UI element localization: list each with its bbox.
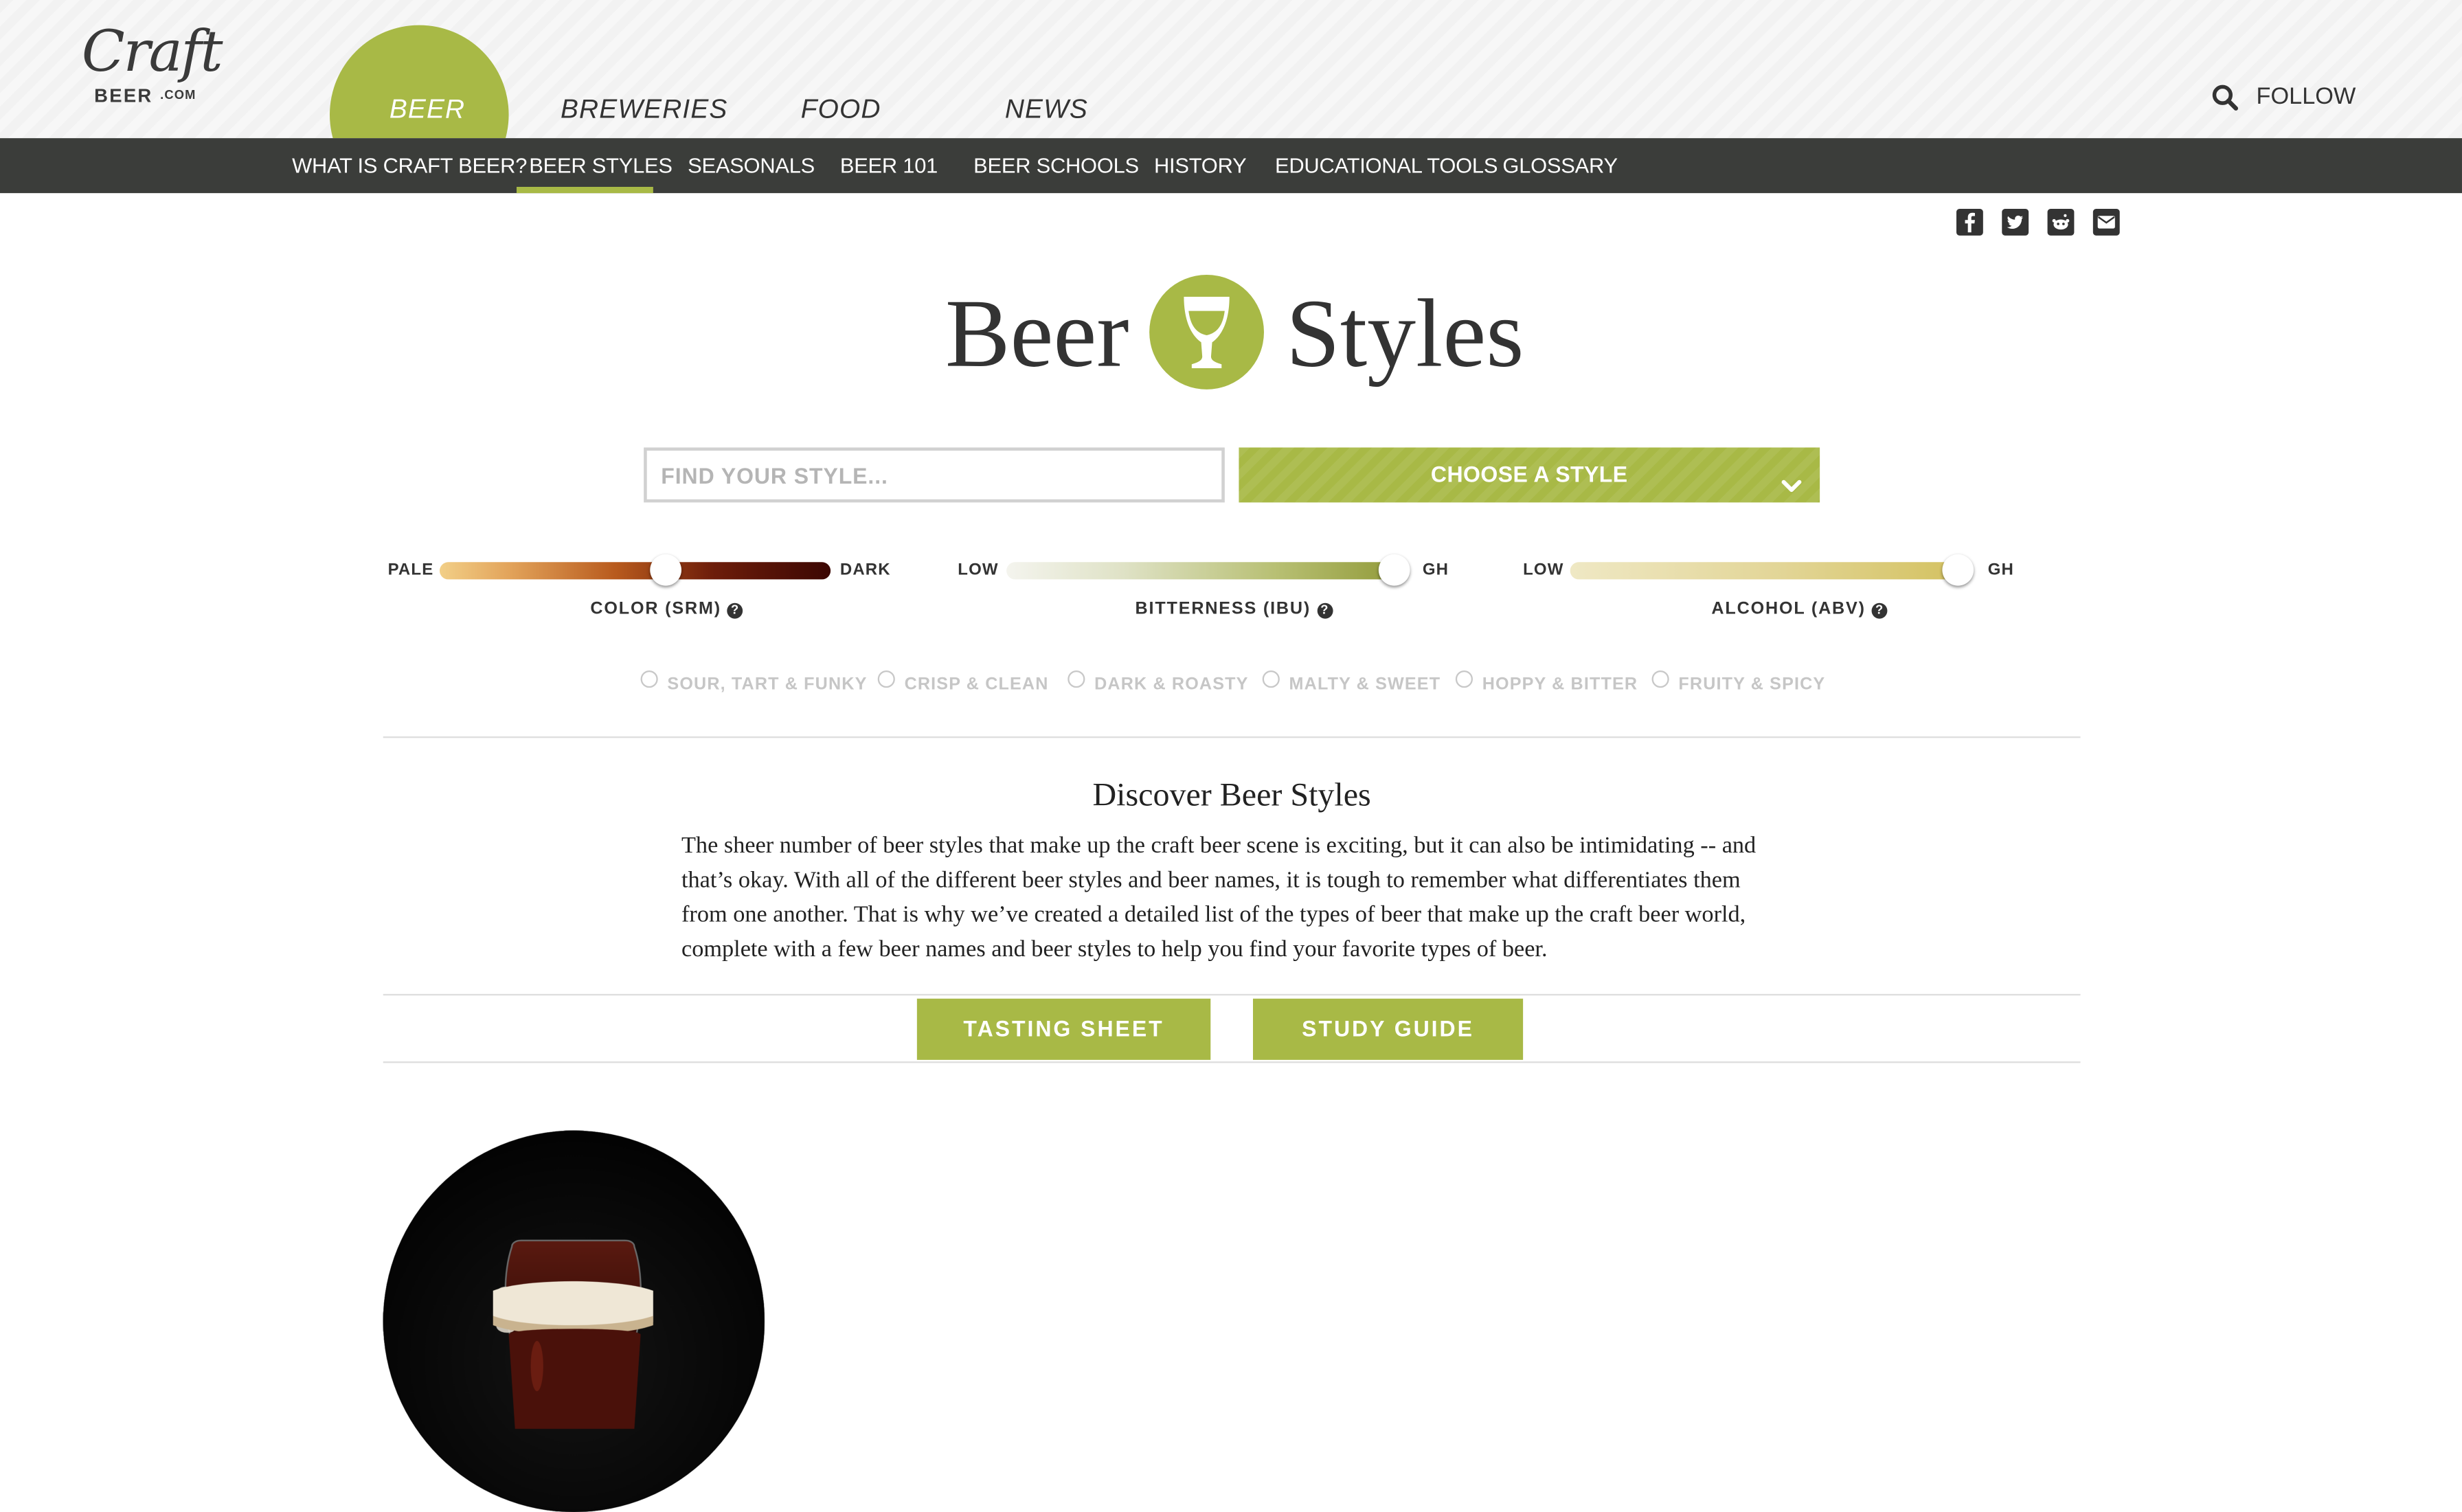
- choose-style-label: CHOOSE A STYLE: [1430, 461, 1628, 487]
- main-nav-breweries[interactable]: BREWERIES: [561, 91, 727, 129]
- page-title-word-beer: Beer: [945, 281, 1129, 388]
- page-title: Beer Styles: [848, 267, 1614, 403]
- section-title: Discover Beer Styles: [1092, 776, 1371, 813]
- subnav-glossary[interactable]: GLOSSARY: [1502, 138, 1618, 193]
- subnav-beer-schools[interactable]: BEER SCHOOLS: [973, 138, 1139, 193]
- chevron-down-icon: [1779, 463, 1805, 493]
- logo-com: .COM: [160, 87, 196, 102]
- logo-wordmark: Craft: [81, 20, 223, 85]
- bitterness-slider-track[interactable]: [1006, 562, 1394, 580]
- sub-navigation: WHAT IS CRAFT BEER? BEER STYLES SEASONAL…: [0, 138, 2462, 194]
- subnav-seasonals[interactable]: SEASONALS: [688, 138, 815, 193]
- divider: [383, 736, 2081, 738]
- bitterness-slider-label-text: BITTERNESS (IBU): [1135, 600, 1311, 619]
- radio-button[interactable]: [1455, 670, 1473, 688]
- search-icon[interactable]: [2211, 83, 2239, 111]
- color-slider-handle[interactable]: [651, 554, 682, 586]
- flavor-filter-crisp-clean[interactable]: CRISP & CLEAN: [877, 669, 1049, 697]
- bitterness-slider-label: BITTERNESS (IBU)?: [1136, 597, 1333, 622]
- radio-button[interactable]: [640, 670, 658, 688]
- main-nav-food[interactable]: FOOD: [801, 91, 881, 129]
- tasting-sheet-button[interactable]: TASTING SHEET: [916, 998, 1211, 1060]
- alcohol-slider-low-label: LOW: [1523, 560, 1564, 580]
- radio-button[interactable]: [1068, 670, 1085, 688]
- color-slider-track[interactable]: [439, 562, 831, 580]
- flavor-filter-fruity-spicy[interactable]: FRUITY & SPICY: [1651, 669, 1826, 697]
- alcohol-slider-label-text: ALCOHOL (ABV): [1711, 600, 1866, 619]
- page-title-word-styles: Styles: [1285, 281, 1524, 388]
- main-nav-news[interactable]: NEWS: [1005, 91, 1088, 129]
- help-icon[interactable]: ?: [1317, 602, 1333, 619]
- color-slider-label-text: COLOR (SRM): [590, 600, 721, 619]
- study-guide-button[interactable]: STUDY GUIDE: [1252, 998, 1524, 1060]
- beer-style-image[interactable]: [383, 1130, 765, 1512]
- color-slider-label: COLOR (SRM)?: [590, 597, 743, 622]
- radio-button[interactable]: [877, 670, 895, 688]
- help-icon[interactable]: ?: [1872, 602, 1888, 619]
- flavor-filter-dark-roasty[interactable]: DARK & ROASTY: [1068, 669, 1248, 697]
- main-nav-beer[interactable]: BEER: [389, 91, 465, 129]
- bitterness-slider-high-label: GH: [1422, 560, 1449, 580]
- color-slider-high-label: DARK: [839, 560, 891, 580]
- bitterness-slider-handle[interactable]: [1378, 554, 1410, 586]
- flavor-filter-hoppy-bitter[interactable]: HOPPY & BITTER: [1455, 669, 1638, 697]
- twitter-icon[interactable]: [2002, 208, 2029, 236]
- subnav-what-is-craft-beer[interactable]: WHAT IS CRAFT BEER?: [292, 138, 527, 193]
- radio-button[interactable]: [1651, 670, 1669, 688]
- subnav-active-indicator: [516, 186, 653, 194]
- craftbeer-logo[interactable]: Craft BEER .COM: [72, 19, 229, 116]
- logo-sub: BEER: [94, 84, 153, 107]
- subnav-beer-101[interactable]: BEER 101: [840, 138, 938, 193]
- alcohol-slider-track[interactable]: [1570, 562, 1958, 580]
- beer-glass-icon: [1149, 274, 1264, 390]
- subnav-beer-styles[interactable]: BEER STYLES: [529, 138, 673, 193]
- find-style-input[interactable]: [644, 447, 1225, 503]
- alcohol-slider-handle[interactable]: [1942, 554, 1974, 586]
- choose-style-dropdown[interactable]: CHOOSE A STYLE: [1239, 447, 1820, 503]
- follow-link[interactable]: FOLLOW: [2257, 80, 2356, 115]
- divider: [383, 1061, 2081, 1063]
- section-description: The sheer number of beer styles that mak…: [681, 833, 1757, 963]
- site-header: Craft BEER .COM BEER BREWERIES FOOD NEWS…: [0, 0, 2462, 139]
- flavor-filter-malty-sweet[interactable]: MALTY & SWEET: [1262, 669, 1441, 697]
- bitterness-slider-low-label: LOW: [958, 560, 999, 580]
- alcohol-slider-label: ALCOHOL (ABV)?: [1711, 597, 1888, 622]
- subnav-history[interactable]: HISTORY: [1154, 138, 1247, 193]
- radio-button[interactable]: [1262, 670, 1280, 688]
- divider: [383, 993, 2081, 996]
- help-icon[interactable]: ?: [727, 602, 743, 619]
- facebook-icon[interactable]: [1956, 208, 1983, 236]
- reddit-icon[interactable]: [2047, 208, 2075, 236]
- subnav-educational-tools[interactable]: EDUCATIONAL TOOLS: [1275, 138, 1498, 193]
- color-slider-low-label: PALE: [387, 560, 434, 580]
- email-icon[interactable]: [2092, 208, 2120, 236]
- alcohol-slider-high-label: GH: [1987, 560, 2014, 580]
- flavor-filter-sour-tart-funky[interactable]: SOUR, TART & FUNKY: [640, 669, 868, 697]
